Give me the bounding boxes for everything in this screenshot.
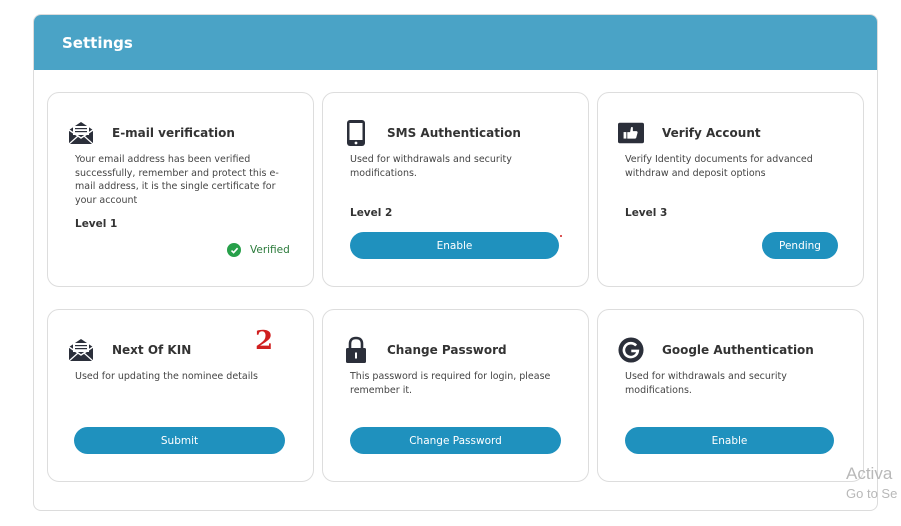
google-enable-button[interactable]: Enable <box>625 427 834 454</box>
card-level: Level 3 <box>625 207 668 219</box>
envelope-icon <box>68 336 94 364</box>
change-password-card: Change Password This password is require… <box>322 309 589 482</box>
thumbs-up-icon <box>618 119 644 147</box>
card-title: Change Password <box>387 343 507 357</box>
annotation-dot <box>560 235 562 237</box>
card-description: Verify Identity documents for advanced w… <box>625 154 813 179</box>
card-title: Google Authentication <box>662 343 814 357</box>
page-title: Settings <box>62 33 133 52</box>
card-description: Used for withdrawals and security modifi… <box>350 154 512 179</box>
next-of-kin-card: Next Of KIN Used for updating the nomine… <box>47 309 314 482</box>
sms-authentication-card: SMS Authentication Used for withdrawals … <box>322 92 589 287</box>
verified-label: Verified <box>250 244 290 256</box>
card-description: Used for updating the nominee details <box>75 371 258 382</box>
activation-watermark: Activa Go to Se <box>846 463 897 503</box>
card-description: Your email address has been verified suc… <box>75 154 279 206</box>
card-description: Used for withdrawals and security modifi… <box>625 371 787 396</box>
verified-status: Verified <box>227 243 290 257</box>
card-description: This password is required for login, ple… <box>350 371 551 396</box>
card-title: E-mail verification <box>112 126 235 140</box>
annotation-number: 2 <box>255 326 274 356</box>
phone-icon <box>343 119 369 147</box>
card-title: Next Of KIN <box>112 343 192 357</box>
verify-account-card: Verify Account Verify Identity documents… <box>597 92 864 287</box>
email-verification-card: E-mail verification Your email address h… <box>47 92 314 287</box>
watermark-line-1: Activa <box>846 464 893 483</box>
lock-icon <box>343 336 369 364</box>
change-password-button[interactable]: Change Password <box>350 427 561 454</box>
card-title: Verify Account <box>662 126 761 140</box>
card-level: Level 1 <box>75 218 118 230</box>
sms-enable-button[interactable]: Enable <box>350 232 559 259</box>
card-title: SMS Authentication <box>387 126 521 140</box>
google-authentication-card: Google Authentication Used for withdrawa… <box>597 309 864 482</box>
google-icon <box>618 336 644 364</box>
card-level: Level 2 <box>350 207 393 219</box>
envelope-icon <box>68 119 94 147</box>
kin-submit-button[interactable]: Submit <box>74 427 285 454</box>
settings-header: Settings <box>34 15 877 70</box>
verify-pending-button[interactable]: Pending <box>762 232 838 259</box>
check-circle-icon <box>227 243 241 257</box>
watermark-line-2: Go to Se <box>846 486 898 501</box>
